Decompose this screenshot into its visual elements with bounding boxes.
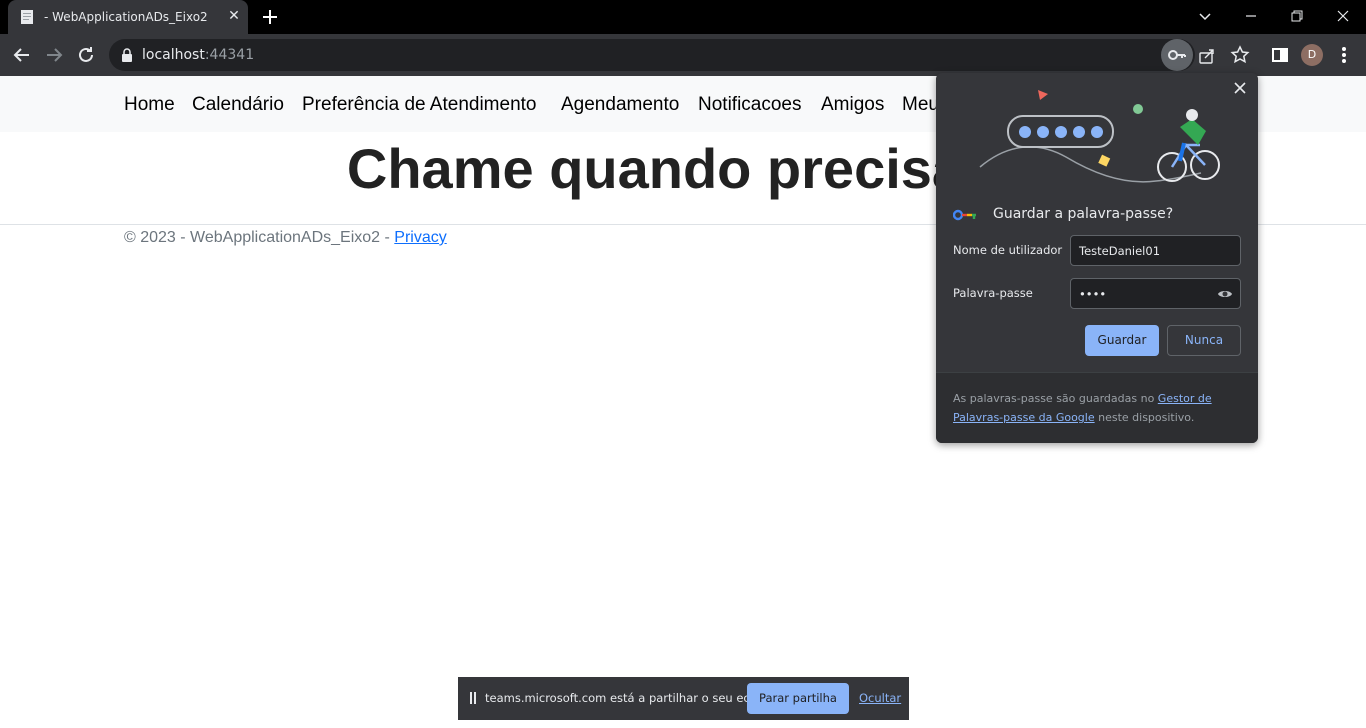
nav-notificacoes[interactable]: Notificacoes <box>698 94 802 116</box>
dialog-close-icon[interactable] <box>1232 80 1248 96</box>
password-field[interactable]: •••• <box>1070 278 1241 309</box>
nav-home[interactable]: Home <box>124 94 175 116</box>
key-icon <box>1168 50 1186 60</box>
url-text: localhost:44341 <box>142 47 255 63</box>
password-label: Palavra-passe <box>953 286 1033 300</box>
restore-icon[interactable] <box>1285 4 1309 28</box>
menu-kebab-icon[interactable] <box>1332 43 1356 67</box>
back-arrow-icon[interactable] <box>10 43 34 67</box>
browser-tab[interactable]: - WebApplicationADs_Eixo2 ✕ <box>8 0 248 34</box>
footer-copyright: © 2023 - WebApplicationADs_Eixo2 - <box>124 229 395 246</box>
share-message: teams.microsoft.com está a partilhar o s… <box>485 691 766 705</box>
never-button[interactable]: Nunca <box>1167 325 1241 356</box>
address-bar[interactable]: localhost:44341 <box>109 39 1214 71</box>
page-footer: © 2023 - WebApplicationADs_Eixo2 - Priva… <box>124 229 447 247</box>
cyclist-illustration <box>979 90 1220 183</box>
password-value: •••• <box>1079 287 1107 301</box>
nav-preferencia-atendimento[interactable]: Preferência de Atendimento <box>302 94 537 116</box>
hide-link[interactable]: Ocultar <box>859 691 901 705</box>
nav-agendamento[interactable]: Agendamento <box>561 94 679 116</box>
reload-icon[interactable] <box>74 43 98 67</box>
username-value: TesteDaniel01 <box>1079 244 1161 258</box>
save-password-dialog: Guardar a palavra-passe? Nome de utiliza… <box>936 73 1258 443</box>
save-button[interactable]: Guardar <box>1085 325 1159 356</box>
eye-icon[interactable] <box>1217 287 1233 301</box>
username-field[interactable]: TesteDaniel01 <box>1070 235 1241 266</box>
username-label: Nome de utilizador <box>953 243 1063 257</box>
tab-search-chevron-down-icon[interactable] <box>1193 4 1217 28</box>
dialog-title: Guardar a palavra-passe? <box>993 206 1174 222</box>
stop-sharing-button[interactable]: Parar partilha <box>747 683 849 714</box>
tab-title: - WebApplicationADs_Eixo2 <box>44 10 208 24</box>
dialog-footer-text: As palavras-passe são guardadas no Gesto… <box>953 392 1212 424</box>
side-panel-icon[interactable] <box>1268 43 1292 67</box>
minimize-icon[interactable] <box>1239 4 1263 28</box>
browser-toolbar: localhost:44341 D <box>0 34 1366 76</box>
dialog-footer: As palavras-passe são guardadas no Gesto… <box>936 372 1258 443</box>
pause-icon <box>470 692 476 704</box>
tab-close-icon[interactable]: ✕ <box>226 8 242 24</box>
window-close-icon[interactable] <box>1331 4 1355 28</box>
bookmark-star-icon[interactable] <box>1228 43 1252 67</box>
forward-arrow-icon[interactable] <box>42 43 66 67</box>
page-icon <box>21 10 33 24</box>
new-tab-plus-icon[interactable] <box>259 6 281 28</box>
privacy-link[interactable]: Privacy <box>394 229 446 246</box>
screen-share-bar: teams.microsoft.com está a partilhar o s… <box>458 677 909 720</box>
nav-calendario[interactable]: Calendário <box>192 94 284 116</box>
password-key-button[interactable] <box>1161 39 1193 71</box>
profile-avatar[interactable]: D <box>1301 44 1323 66</box>
title-bar: - WebApplicationADs_Eixo2 ✕ <box>0 0 1366 34</box>
share-icon[interactable] <box>1198 47 1216 65</box>
nav-amigos[interactable]: Amigos <box>821 94 884 116</box>
nav-meu[interactable]: Meu <box>902 94 939 116</box>
lock-icon[interactable] <box>120 47 134 63</box>
google-password-manager-icon <box>953 209 976 221</box>
